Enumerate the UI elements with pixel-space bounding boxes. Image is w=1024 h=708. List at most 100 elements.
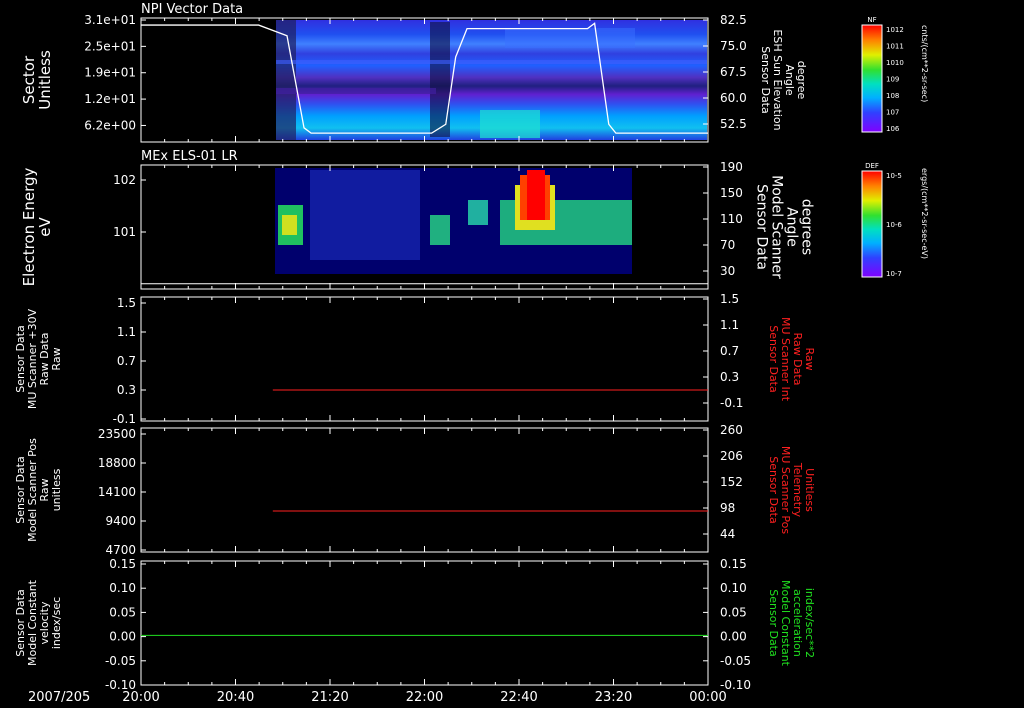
y-axis-label-right: index/sec**2 <box>803 588 816 658</box>
colorbar-nf-units: cnts/(cm**2-sr-sec) <box>920 25 929 102</box>
y-tick-label-left: 23500 <box>98 427 136 441</box>
y-axis-label-right: Sensor Data <box>759 46 772 113</box>
y-tick-label-right: 260 <box>720 423 743 437</box>
y-axis-label-right: Telemetry <box>791 462 804 518</box>
y-tick-label-right: 150 <box>720 186 743 200</box>
y-axis-label-right: MU Scanner Int <box>779 317 792 402</box>
y-tick-label-right: 0.10 <box>720 581 747 595</box>
y-tick-label-left: 102 <box>113 173 136 187</box>
y-tick-label-left: -0.05 <box>105 654 136 668</box>
y-tick-label-right: 0.7 <box>720 344 739 358</box>
y-tick-label-left: 18800 <box>98 456 136 470</box>
y-tick-label-right: 75.0 <box>720 39 747 53</box>
x-tick-label: 22:40 <box>500 690 537 705</box>
y-axis-label-right: Raw Data <box>791 333 804 386</box>
y-tick-label-left: 0.7 <box>117 354 136 368</box>
x-tick-labels: 20:00 20:40 21:20 22:00 22:40 23:20 00:00 <box>122 690 726 705</box>
x-tick-label: 00:00 <box>689 690 726 705</box>
colorbar-tick-label: 106 <box>886 125 900 133</box>
y-tick-label-left: 1.9e+01 <box>84 66 136 80</box>
colorbar-tick-label: 109 <box>886 76 899 84</box>
y-axis-label-right: Angle <box>783 64 796 96</box>
y-axis-label-right: ESH Sun Elevation <box>771 29 784 130</box>
y-tick-label-right: 60.0 <box>720 91 747 105</box>
y-axis-label-right: Sensor Data <box>767 325 780 392</box>
colorbar-tick-label: 1012 <box>886 26 904 34</box>
y-tick-label-right: 82.5 <box>720 13 747 27</box>
y-tick-label-right: -0.1 <box>720 396 743 410</box>
y-tick-label-right: 0.05 <box>720 605 747 619</box>
y-tick-label-right: 30 <box>720 264 735 278</box>
multi-panel-plot: NPI Vector Data MEx ELS-01 LR 3.1e+01 2.5… <box>14 2 929 705</box>
x-tick-label: 20:00 <box>122 690 159 705</box>
y-tick-label-left: 14100 <box>98 485 136 499</box>
colorbar-tick-label: 10-5 <box>886 172 902 180</box>
x-tick-label: 20:40 <box>217 690 254 705</box>
y-tick-label-right: 67.5 <box>720 65 747 79</box>
y-tick-label-right: 110 <box>720 212 743 226</box>
panel1-heatmap <box>276 20 707 140</box>
y-axis-label-right: Sensor Data <box>767 456 780 523</box>
y-axis-label-right: degree <box>795 61 808 100</box>
y-axis-label-right: MU Scanner Pos <box>779 446 792 535</box>
colorbar-nf: NF 1012 1011 1010 109 108 107 106 cnts/(cm**2-… <box>861 16 929 133</box>
y-tick-label-right: 152 <box>720 475 743 489</box>
y-tick-label-left: 0.15 <box>109 557 136 571</box>
colorbar-tick-label: 10-6 <box>886 221 902 229</box>
y-tick-label-right: 206 <box>720 449 743 463</box>
y-tick-label-left: 0.3 <box>117 383 136 397</box>
y-axis-label-right: Raw <box>803 347 816 370</box>
colorbar-nf-label: NF <box>867 16 876 24</box>
y-tick-label-right: 190 <box>720 160 743 174</box>
colorbar-def-units: ergs/(cm**2-sr-sec-eV) <box>920 168 929 259</box>
colorbar-tick-label: 108 <box>886 92 899 100</box>
y-tick-label-left: 3.1e+01 <box>84 13 136 27</box>
y-axis-label-right: Sensor Data <box>767 589 780 656</box>
y-tick-label-left: 1.2e+01 <box>84 92 136 106</box>
y-tick-label-right: 0.15 <box>720 557 747 571</box>
y-tick-label-left: 0.10 <box>109 581 136 595</box>
y-tick-label-right: 0.00 <box>720 630 747 644</box>
y-tick-label-right: -0.05 <box>720 654 751 668</box>
y-tick-label-right: 52.5 <box>720 117 747 131</box>
y-tick-label-left: 0.00 <box>109 630 136 644</box>
y-tick-label-left: 101 <box>113 225 136 239</box>
colorbar-def: DEF 10-5 10-6 10-7 ergs/(cm**2-sr-sec-eV) <box>861 162 929 278</box>
plot-window: NPI Vector Data MEx ELS-01 LR 3.1e+01 2.5… <box>0 0 1024 708</box>
y-axis-label-right: degrees <box>799 199 815 255</box>
x-tick-label: 21:20 <box>311 690 348 705</box>
y-tick-label-right: 98 <box>720 501 735 515</box>
date-label: 2007/205 <box>28 690 90 705</box>
y-tick-label-left: 1.5 <box>117 296 136 310</box>
y-axis-label-left: Raw <box>50 347 63 370</box>
y-tick-label-left: 9400 <box>105 514 136 528</box>
y-tick-label-right: 1.1 <box>720 318 739 332</box>
colorbar-def-label: DEF <box>865 162 879 170</box>
colorbar-tick-label: 1011 <box>886 43 904 51</box>
y-tick-label-left: 6.2e+00 <box>84 118 136 132</box>
panel2-title: MEx ELS-01 LR <box>141 149 238 164</box>
y-tick-label-right: 0.3 <box>720 370 739 384</box>
y-axis-label-right: Angle <box>784 207 800 247</box>
y-tick-label-left: 4700 <box>105 543 136 557</box>
panel2-heatmap <box>275 168 632 274</box>
colorbar-tick-label: 107 <box>886 109 899 117</box>
y-axis-label-left: index/sec <box>50 597 63 649</box>
y-tick-label-left: 0.05 <box>109 605 136 619</box>
y-tick-label-left: -0.1 <box>113 412 136 426</box>
y-tick-label-right: 44 <box>720 527 735 541</box>
colorbar-tick-label: 1010 <box>886 59 904 67</box>
x-tick-label: 22:00 <box>406 690 443 705</box>
y-axis-label-left: unitless <box>50 468 63 511</box>
y-axis-label-right: Model Constant <box>779 580 792 667</box>
y-axis-label-left: Unitless <box>36 50 54 110</box>
y-axis-label-right: Model Scanner <box>769 175 785 279</box>
y-tick-label-left: 1.1 <box>117 325 136 339</box>
y-tick-label-left: 2.5e+01 <box>84 39 136 53</box>
panel1-title: NPI Vector Data <box>141 2 243 17</box>
y-axis-label-left: eV <box>36 217 54 237</box>
x-tick-label: 23:20 <box>595 690 632 705</box>
y-tick-label-right: 1.5 <box>720 292 739 306</box>
colorbar-tick-label: 10-7 <box>886 270 902 278</box>
y-axis-label-right: acceleration <box>791 589 804 657</box>
